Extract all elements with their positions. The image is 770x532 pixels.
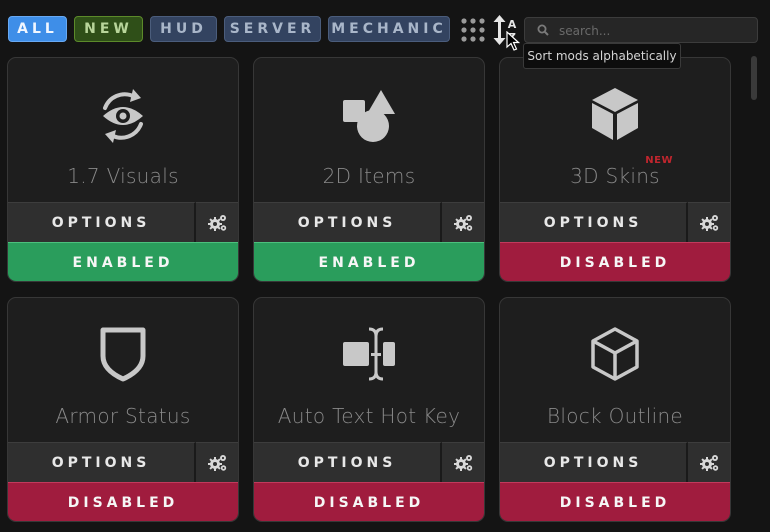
gears-icon (700, 454, 719, 471)
shield-icon (100, 327, 146, 382)
filter-all-button[interactable]: ALL (8, 16, 67, 42)
options-button[interactable]: OPTIONS (500, 442, 688, 482)
mod-status-toggle[interactable]: ENABLED (8, 242, 238, 281)
gears-icon (700, 214, 719, 231)
svg-text:A: A (508, 18, 517, 31)
mod-status-toggle[interactable]: DISABLED (500, 482, 730, 521)
scrollbar-thumb[interactable] (751, 56, 757, 100)
mod-card-auto-text-hot-key: Auto Text Hot Key OPTIONS DISABLED (253, 297, 485, 522)
mod-card-2d-items: 2D Items OPTIONS ENABLED (253, 57, 485, 282)
filter-mechanic-button[interactable]: MECHANIC (328, 16, 450, 42)
filter-new-button[interactable]: NEW (74, 16, 143, 42)
search-input[interactable] (557, 20, 751, 42)
gears-icon (208, 454, 227, 471)
mod-card-1-7-visuals: 1.7 Visuals OPTIONS ENABLED (7, 57, 239, 282)
mod-name: 2D Items (322, 164, 416, 188)
mod-settings-button[interactable] (442, 202, 484, 242)
options-button[interactable]: OPTIONS (8, 442, 196, 482)
mod-settings-button[interactable] (688, 442, 730, 482)
mod-settings-button[interactable] (196, 202, 238, 242)
gears-icon (208, 214, 227, 231)
mod-name: 3D Skins (570, 164, 660, 188)
options-button[interactable]: OPTIONS (254, 202, 442, 242)
mouse-cursor-icon (506, 31, 520, 51)
mod-status-toggle[interactable]: DISABLED (8, 482, 238, 521)
mod-status-toggle[interactable]: ENABLED (254, 242, 484, 281)
mod-settings-button[interactable] (688, 202, 730, 242)
mod-name: 1.7 Visuals (67, 164, 179, 188)
grid-view-button[interactable] (459, 16, 487, 44)
sort-tooltip: Sort mods alphabetically (523, 43, 681, 69)
outline-cube-icon (591, 327, 639, 381)
mod-card-3d-skins: NEW 3D Skins OPTIONS DISABLED (499, 57, 731, 282)
options-button[interactable]: OPTIONS (500, 202, 688, 242)
mod-status-toggle[interactable]: DISABLED (500, 242, 730, 281)
options-button[interactable]: OPTIONS (254, 442, 442, 482)
mod-name: Armor Status (55, 404, 191, 428)
filter-server-button[interactable]: SERVER (224, 16, 321, 42)
gears-icon (454, 454, 473, 471)
mod-card-block-outline: Block Outline OPTIONS DISABLED (499, 297, 731, 522)
mod-name: Block Outline (546, 404, 684, 428)
mod-settings-button[interactable] (196, 442, 238, 482)
eye-refresh-icon (103, 89, 143, 143)
grid-dots-icon (461, 18, 485, 42)
solid-cube-icon (592, 88, 638, 140)
search-box (524, 17, 758, 43)
mod-status-toggle[interactable]: DISABLED (254, 482, 484, 521)
search-icon (537, 24, 549, 36)
options-button[interactable]: OPTIONS (8, 202, 196, 242)
scrollbar[interactable] (748, 52, 760, 532)
shapes-icon (343, 90, 395, 142)
mod-settings-button[interactable] (442, 442, 484, 482)
mod-name: Auto Text Hot Key (277, 404, 461, 428)
mod-card-armor-status: Armor Status OPTIONS DISABLED (7, 297, 239, 522)
filter-hud-button[interactable]: HUD (150, 16, 217, 42)
text-cursor-icon (343, 327, 395, 381)
gears-icon (454, 214, 473, 231)
